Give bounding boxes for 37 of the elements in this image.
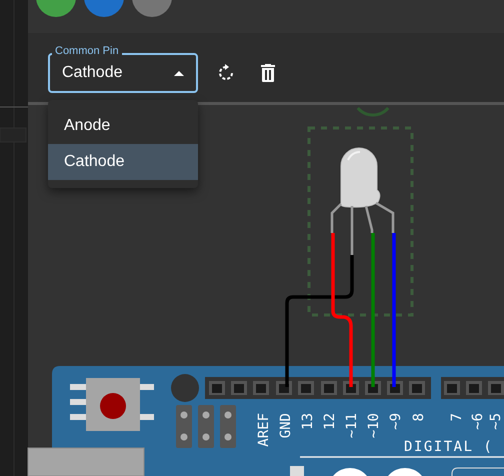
pin-label: 7 <box>449 413 465 422</box>
dropdown-option[interactable]: Cathode <box>48 144 198 180</box>
pin-label: ~11 <box>344 413 360 438</box>
pin-label: ~6 <box>470 413 486 430</box>
dropdown-option[interactable]: Anode <box>48 108 198 144</box>
jumper-pins <box>220 405 236 448</box>
led-leg <box>330 203 342 233</box>
pin-label: 12 <box>322 413 338 430</box>
caret-icon <box>174 70 184 76</box>
section-label: DIGITAL ( <box>404 439 494 455</box>
pin-label: 13 <box>300 413 316 430</box>
pin-label: ~9 <box>388 413 404 430</box>
wire[interactable] <box>285 255 354 387</box>
pin-label: ~5 <box>488 413 504 430</box>
action-button[interactable] <box>84 0 124 17</box>
pin-label: ~10 <box>366 413 382 438</box>
led-leg <box>364 206 374 233</box>
component-outline <box>452 468 504 476</box>
common-pin-select[interactable]: Cathode <box>48 53 198 93</box>
round-component <box>171 374 199 402</box>
reset-button[interactable] <box>70 378 154 431</box>
rotate-handle[interactable] <box>356 106 390 116</box>
jumper-pins <box>198 405 214 448</box>
rotate-icon <box>217 64 235 82</box>
pin-label: GND <box>278 413 294 438</box>
board-component <box>290 466 304 476</box>
led-leg <box>350 206 354 255</box>
led-leg <box>375 202 394 233</box>
pin-label: AREF <box>256 413 272 447</box>
wire[interactable] <box>331 233 353 387</box>
trash-icon <box>261 64 275 82</box>
pin-label: 8 <box>411 413 427 422</box>
more-button[interactable] <box>132 0 172 17</box>
run-button[interactable] <box>36 0 76 17</box>
jumper-pins <box>176 405 192 448</box>
pin-header <box>441 377 504 399</box>
field-label: Common Pin <box>52 44 122 58</box>
